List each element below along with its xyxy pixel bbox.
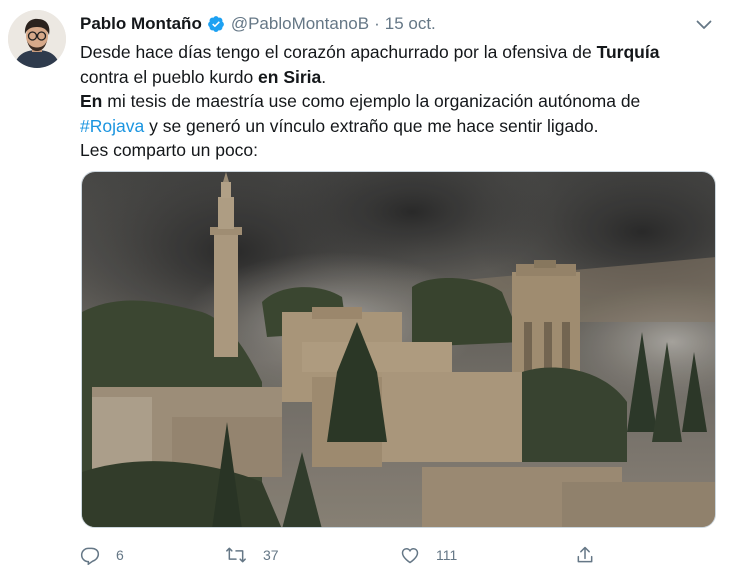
- verified-badge-icon: [207, 15, 225, 33]
- chevron-down-icon[interactable]: [693, 14, 715, 36]
- tweet-text-line: Desde hace días tengo el corazón apachur…: [80, 40, 720, 65]
- hashtag-link[interactable]: #Rojava: [80, 116, 144, 136]
- text-segment: Desde hace días tengo el corazón apachur…: [80, 42, 597, 62]
- share-action[interactable]: [575, 545, 595, 565]
- like-action[interactable]: 111: [400, 545, 575, 565]
- reply-count: 6: [116, 547, 124, 563]
- tweet-actions: 6 37 111: [80, 545, 640, 565]
- separator-dot: ·: [374, 14, 380, 33]
- bold-text: en Siria: [258, 66, 322, 87]
- tweet-date[interactable]: 15 oct.: [385, 14, 436, 34]
- author-avatar[interactable]: [8, 10, 66, 68]
- tweet-photo[interactable]: [81, 171, 716, 528]
- tweet-header: Pablo Montaño @PabloMontanoB · 15 oct.: [80, 13, 715, 35]
- share-icon[interactable]: [575, 545, 595, 565]
- text-segment: mi tesis de maestría use como ejemplo la…: [102, 91, 641, 111]
- retweet-count: 37: [263, 547, 279, 563]
- like-count: 111: [436, 547, 458, 563]
- tweet-text-line: contra el pueblo kurdo en Siria.: [80, 65, 720, 90]
- like-icon[interactable]: [400, 545, 420, 565]
- text-segment: y se generó un vínculo extraño que me ha…: [144, 115, 599, 136]
- text-segment: .: [321, 66, 327, 87]
- author-name[interactable]: Pablo Montaño: [80, 14, 202, 34]
- tweet-text-line: Les comparto un poco:: [80, 138, 720, 163]
- reply-icon[interactable]: [80, 545, 100, 565]
- bold-text: En: [80, 91, 103, 111]
- reply-action[interactable]: 6: [80, 545, 225, 565]
- tweet-text-line: #Rojava y se generó un vínculo extraño q…: [80, 114, 720, 139]
- bold-text: Turquía: [596, 42, 660, 62]
- retweet-icon[interactable]: [225, 545, 247, 565]
- retweet-action[interactable]: 37: [225, 545, 400, 565]
- tweet-text: Desde hace días tengo el corazón apachur…: [80, 40, 720, 163]
- text-segment: contra el pueblo kurdo: [80, 66, 259, 87]
- text-segment: Les comparto un poco:: [80, 140, 259, 160]
- author-handle[interactable]: @PabloMontanoB: [231, 14, 369, 34]
- tweet-text-line: En mi tesis de maestría use como ejemplo…: [80, 89, 720, 114]
